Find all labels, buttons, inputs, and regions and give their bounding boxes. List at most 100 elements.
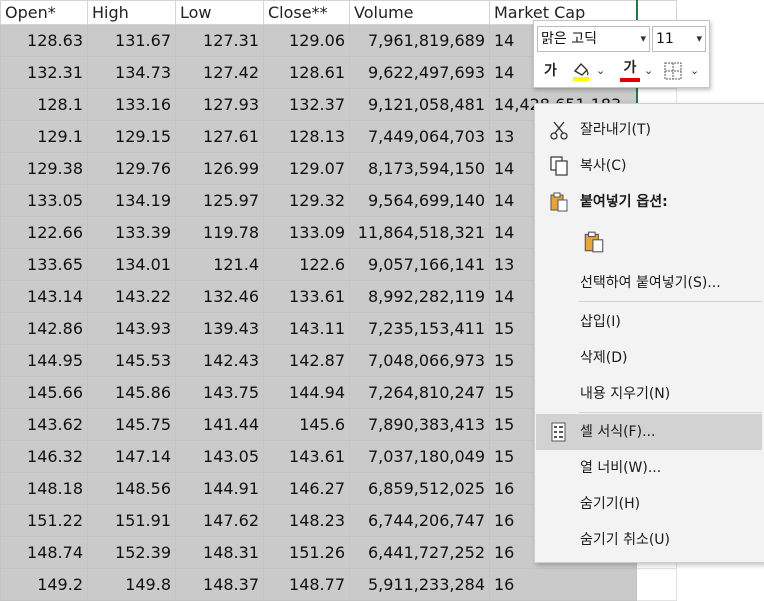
cell[interactable]: 133.16 — [87, 88, 176, 121]
menu-item-format-cells[interactable]: 셀 서식(F)... — [536, 414, 762, 450]
cell[interactable]: 148.31 — [175, 536, 264, 569]
cell[interactable]: 128.61 — [263, 56, 350, 89]
cell[interactable]: 11,864,518,321 — [349, 216, 490, 249]
cell[interactable]: 7,961,819,689 — [349, 24, 490, 57]
cell[interactable]: 144.95 — [0, 344, 88, 377]
cell[interactable]: 7,235,153,411 — [349, 312, 490, 345]
cell[interactable]: 7,890,383,413 — [349, 408, 490, 441]
cell[interactable]: 127.61 — [175, 120, 264, 153]
fill-color-button[interactable] — [570, 58, 592, 84]
cell[interactable]: 145.75 — [87, 408, 176, 441]
cell[interactable]: 148.77 — [263, 568, 350, 601]
cell[interactable]: 129.1 — [0, 120, 88, 153]
cell[interactable]: 128.13 — [263, 120, 350, 153]
menu-item-paste-special[interactable]: 선택하여 붙여넣기(S)... — [536, 265, 762, 301]
cell[interactable]: 127.93 — [175, 88, 264, 121]
cell[interactable]: 132.31 — [0, 56, 88, 89]
cell[interactable]: 146.27 — [263, 472, 350, 505]
cell[interactable]: 142.87 — [263, 344, 350, 377]
cell[interactable]: 142.86 — [0, 312, 88, 345]
cell[interactable]: 129.38 — [0, 152, 88, 185]
cell[interactable]: 128.63 — [0, 24, 88, 57]
cell[interactable]: 143.93 — [87, 312, 176, 345]
menu-item-column-width[interactable]: 열 너비(W)... — [536, 450, 762, 486]
cell[interactable]: 148.23 — [263, 504, 350, 537]
fill-color-dropdown-icon[interactable]: ⌄ — [596, 58, 605, 84]
menu-item-hide[interactable]: 숨기기(H) — [536, 486, 762, 522]
cell[interactable]: 148.56 — [87, 472, 176, 505]
menu-item-copy[interactable]: 복사(C) — [536, 148, 762, 184]
font-name-select[interactable]: 맑은 고딕 ▾ — [537, 26, 650, 52]
cell[interactable]: 149.8 — [87, 568, 176, 601]
cell[interactable]: 133.39 — [87, 216, 176, 249]
column-header[interactable]: Low — [175, 0, 264, 25]
borders-dropdown-icon[interactable]: ⌄ — [690, 58, 699, 84]
cell[interactable]: 5,911,233,284 — [349, 568, 490, 601]
cell[interactable]: 9,121,058,481 — [349, 88, 490, 121]
cell[interactable]: 128.1 — [0, 88, 88, 121]
menu-item-clear-contents[interactable]: 내용 지우기(N) — [536, 376, 762, 412]
cell[interactable]: 133.05 — [0, 184, 88, 217]
font-size-select[interactable]: 11 ▾ — [652, 26, 706, 52]
menu-item-unhide[interactable]: 숨기기 취소(U) — [536, 522, 762, 558]
cell[interactable]: 147.62 — [175, 504, 264, 537]
cell[interactable]: 148.74 — [0, 536, 88, 569]
borders-button[interactable] — [662, 58, 684, 84]
empty-cell[interactable] — [636, 568, 677, 601]
cell[interactable]: 152.39 — [87, 536, 176, 569]
cell[interactable]: 146.32 — [0, 440, 88, 473]
cell[interactable]: 144.91 — [175, 472, 264, 505]
cell[interactable]: 121.4 — [175, 248, 264, 281]
cell[interactable]: 122.66 — [0, 216, 88, 249]
cell[interactable]: 133.65 — [0, 248, 88, 281]
cell[interactable]: 129.06 — [263, 24, 350, 57]
font-color-button[interactable]: 가 — [620, 58, 640, 84]
cell[interactable]: 7,449,064,703 — [349, 120, 490, 153]
menu-item-insert[interactable]: 삽입(I) — [536, 304, 762, 340]
cell[interactable]: 131.67 — [87, 24, 176, 57]
cell[interactable]: 127.31 — [175, 24, 264, 57]
cell[interactable]: 119.78 — [175, 216, 264, 249]
column-header[interactable]: High — [87, 0, 176, 25]
cell[interactable]: 132.46 — [175, 280, 264, 313]
cell[interactable]: 134.19 — [87, 184, 176, 217]
cell[interactable]: 141.44 — [175, 408, 264, 441]
cell[interactable]: 134.01 — [87, 248, 176, 281]
cell[interactable]: 122.6 — [263, 248, 350, 281]
cell[interactable]: 143.62 — [0, 408, 88, 441]
font-color-dropdown-icon[interactable]: ⌄ — [644, 58, 653, 84]
cell[interactable]: 143.22 — [87, 280, 176, 313]
cell[interactable]: 132.37 — [263, 88, 350, 121]
cell[interactable]: 148.18 — [0, 472, 88, 505]
cell[interactable]: 133.61 — [263, 280, 350, 313]
cell[interactable]: 126.99 — [175, 152, 264, 185]
cell[interactable]: 7,264,810,247 — [349, 376, 490, 409]
cell[interactable]: 8,173,594,150 — [349, 152, 490, 185]
cell[interactable]: 143.61 — [263, 440, 350, 473]
cell[interactable]: 6,744,206,747 — [349, 504, 490, 537]
cell[interactable]: 145.6 — [263, 408, 350, 441]
cell[interactable]: 6,441,727,252 — [349, 536, 490, 569]
cell[interactable]: 151.91 — [87, 504, 176, 537]
cell[interactable]: 16 — [489, 568, 637, 601]
cell[interactable]: 143.05 — [175, 440, 264, 473]
cell[interactable]: 127.42 — [175, 56, 264, 89]
cell[interactable]: 129.32 — [263, 184, 350, 217]
cell[interactable]: 8,992,282,119 — [349, 280, 490, 313]
bold-button[interactable]: 가 — [544, 58, 557, 84]
menu-item-cut[interactable]: 잘라내기(T) — [536, 112, 762, 148]
cell[interactable]: 6,859,512,025 — [349, 472, 490, 505]
cell[interactable]: 125.97 — [175, 184, 264, 217]
cell[interactable]: 129.76 — [87, 152, 176, 185]
cell[interactable]: 7,037,180,049 — [349, 440, 490, 473]
cell[interactable]: 151.22 — [0, 504, 88, 537]
cell[interactable]: 142.43 — [175, 344, 264, 377]
column-header[interactable]: Open* — [0, 0, 88, 25]
column-header[interactable]: Volume — [349, 0, 490, 25]
cell[interactable]: 148.37 — [175, 568, 264, 601]
cell[interactable]: 9,564,699,140 — [349, 184, 490, 217]
cell[interactable]: 147.14 — [87, 440, 176, 473]
cell[interactable]: 133.09 — [263, 216, 350, 249]
cell[interactable]: 129.07 — [263, 152, 350, 185]
column-header[interactable]: Close** — [263, 0, 350, 25]
